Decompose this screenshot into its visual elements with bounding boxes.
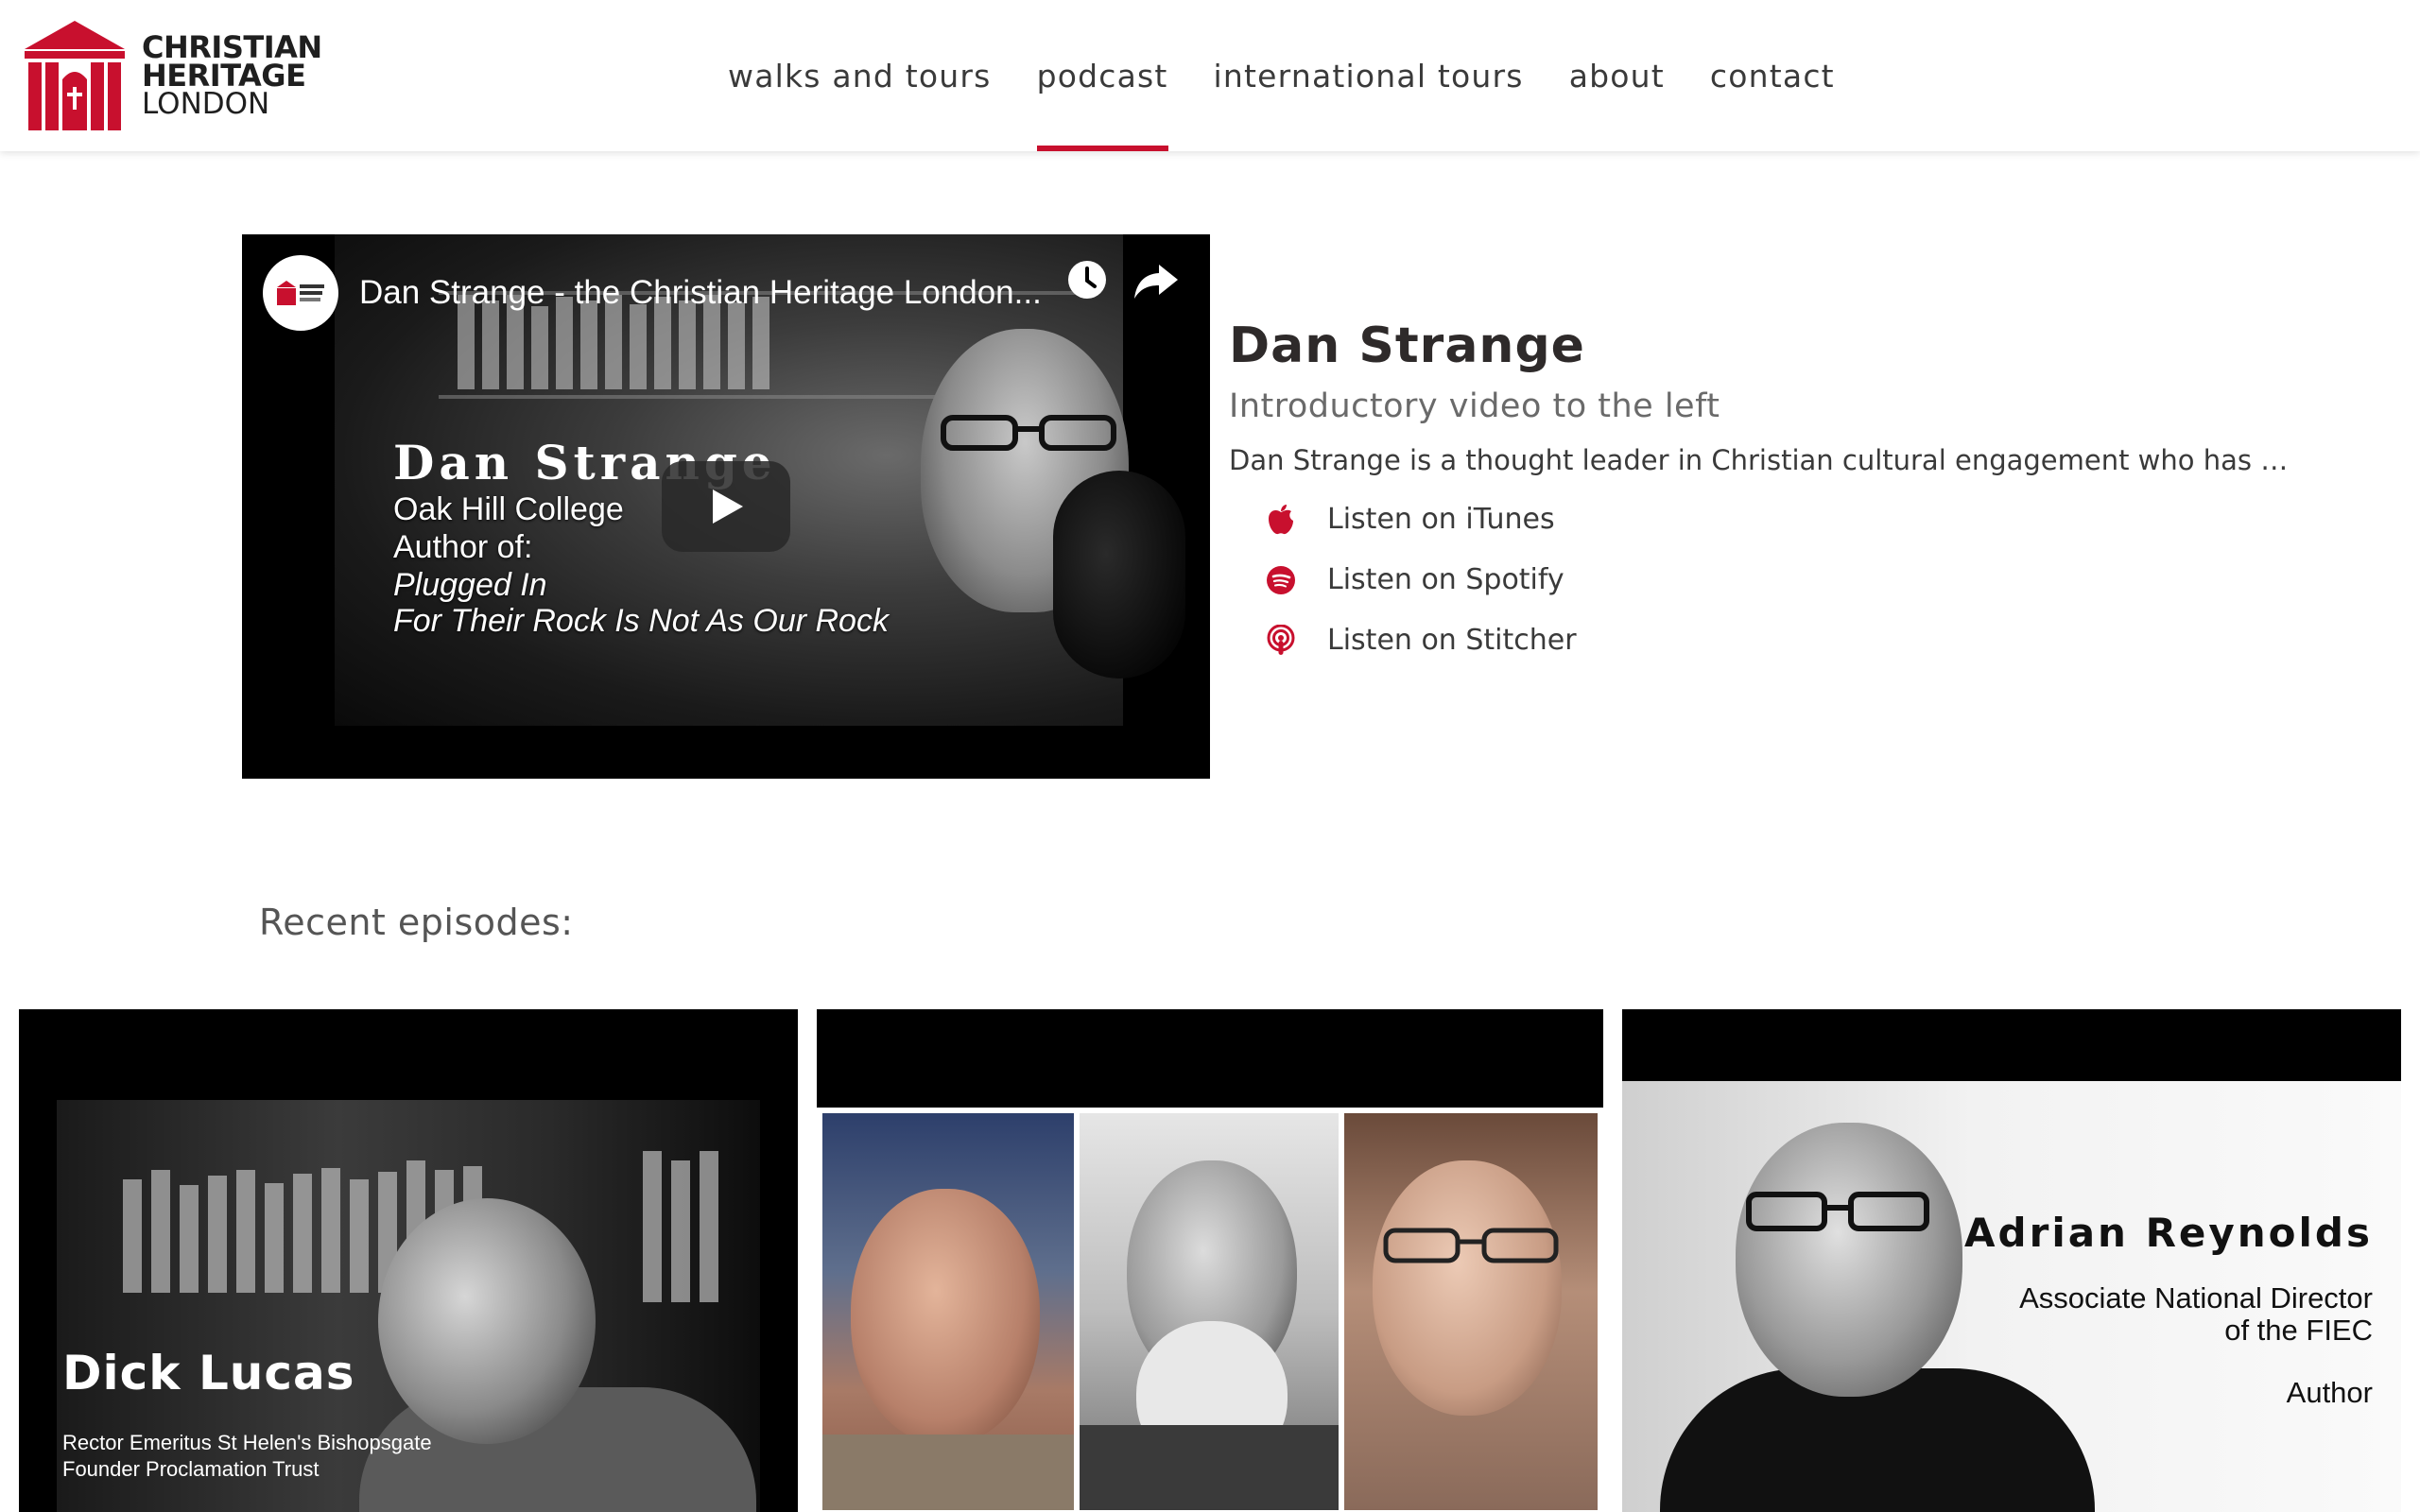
book [151, 1170, 170, 1293]
apple-icon [1265, 504, 1297, 536]
card-speaker-line: Associate National Director [2019, 1281, 2373, 1314]
book [531, 306, 548, 389]
site-logo[interactable]: CHRISTIAN HERITAGE LONDON [17, 17, 322, 134]
video-embed[interactable]: Dan Strange - the Christian Heritage Lon… [242, 234, 1210, 779]
site-header: CHRISTIAN HERITAGE LONDON walks and tour… [0, 0, 2420, 151]
portrait-robe [1080, 1425, 1339, 1510]
overlay-line: Author of: [393, 529, 533, 565]
listen-spotify-link[interactable]: Listen on Spotify [1265, 563, 1564, 596]
episode-subtitle: Introductory video to the left [1229, 387, 1720, 425]
book [482, 301, 499, 389]
play-button[interactable] [662, 461, 790, 552]
card-speaker-line: Rector Emeritus St Helen's Bishopsgate [62, 1431, 432, 1454]
card-speaker-line: Founder Proclamation Trust [62, 1457, 320, 1481]
nav-about[interactable]: about [1569, 0, 1665, 151]
portrait-jacket [822, 1435, 1074, 1510]
portrait-middle [1080, 1113, 1339, 1510]
nav-podcast[interactable]: podcast [1036, 0, 1168, 151]
play-icon [713, 490, 743, 524]
listen-spotify-label: Listen on Spotify [1327, 563, 1564, 596]
speaker-portrait [1736, 1123, 1962, 1397]
listen-stitcher-link[interactable]: Listen on Stitcher [1265, 624, 1577, 657]
church-logo-icon [25, 21, 125, 130]
listen-itunes-label: Listen on iTunes [1327, 503, 1555, 536]
podcast-icon [1265, 624, 1297, 657]
book [630, 304, 647, 389]
recent-episodes-heading: Recent episodes: [259, 902, 574, 943]
nav-international-tours[interactable]: international tours [1214, 0, 1524, 151]
episode-description: Dan Strange is a thought leader in Chris… [1229, 444, 2289, 476]
book [643, 1151, 662, 1302]
episode-title: Dan Strange [1229, 318, 1585, 374]
logo-line-2: HERITAGE [142, 58, 306, 94]
book [208, 1176, 227, 1293]
card-speaker-line: of the FIEC [2224, 1314, 2373, 1347]
listen-stitcher-label: Listen on Stitcher [1327, 624, 1577, 657]
card-speaker-line: Author [2286, 1376, 2373, 1409]
book [580, 301, 597, 389]
card-speaker-name: Adrian Reynolds [1964, 1210, 2373, 1256]
main-nav: walks and tours podcast international to… [728, 0, 1880, 151]
portrait-left [822, 1113, 1074, 1510]
book [293, 1174, 312, 1293]
book [265, 1183, 284, 1293]
overlay-line: Plugged In [393, 567, 547, 603]
nav-walks-and-tours[interactable]: walks and tours [728, 0, 992, 151]
card-speaker-name: Dick Lucas [62, 1346, 355, 1400]
episode-card-adrian-reynolds[interactable]: Adrian Reynolds Associate National Direc… [1622, 1009, 2401, 1512]
video-title[interactable]: Dan Strange - the Christian Heritage Lon… [359, 274, 1042, 312]
book [679, 301, 696, 389]
portrait-right [1344, 1113, 1598, 1510]
book [123, 1179, 142, 1293]
glasses-shape [941, 415, 1116, 451]
channel-avatar[interactable] [263, 255, 338, 331]
nav-contact[interactable]: contact [1710, 0, 1835, 151]
glasses-shape [1383, 1228, 1559, 1263]
overlay-line: Oak Hill College [393, 491, 624, 527]
book [700, 1151, 718, 1302]
book [350, 1179, 369, 1293]
book [236, 1170, 255, 1293]
book [728, 302, 745, 389]
overlay-line: For Their Rock Is Not As Our Rock [393, 603, 889, 639]
glasses-shape [1746, 1192, 1929, 1231]
speaker-portrait [378, 1198, 596, 1444]
portrait-face [1373, 1160, 1562, 1416]
episode-card-dick-lucas[interactable]: Dick Lucas Rector Emeritus St Helen's Bi… [19, 1009, 798, 1512]
book [180, 1185, 199, 1293]
book [321, 1168, 340, 1293]
channel-logo-icon [277, 281, 324, 305]
portrait-face [851, 1189, 1040, 1444]
listen-itunes-link[interactable]: Listen on iTunes [1265, 503, 1555, 536]
episode-card-three-portraits[interactable] [817, 1009, 1603, 1512]
logo-line-3: LONDON [142, 87, 270, 121]
book [671, 1160, 690, 1302]
spotify-icon [1265, 564, 1297, 596]
logo-wordmark: CHRISTIAN HERITAGE LONDON [142, 32, 322, 121]
share-icon[interactable] [1131, 259, 1182, 302]
clock-icon[interactable] [1063, 255, 1112, 304]
microphone [1053, 471, 1185, 679]
